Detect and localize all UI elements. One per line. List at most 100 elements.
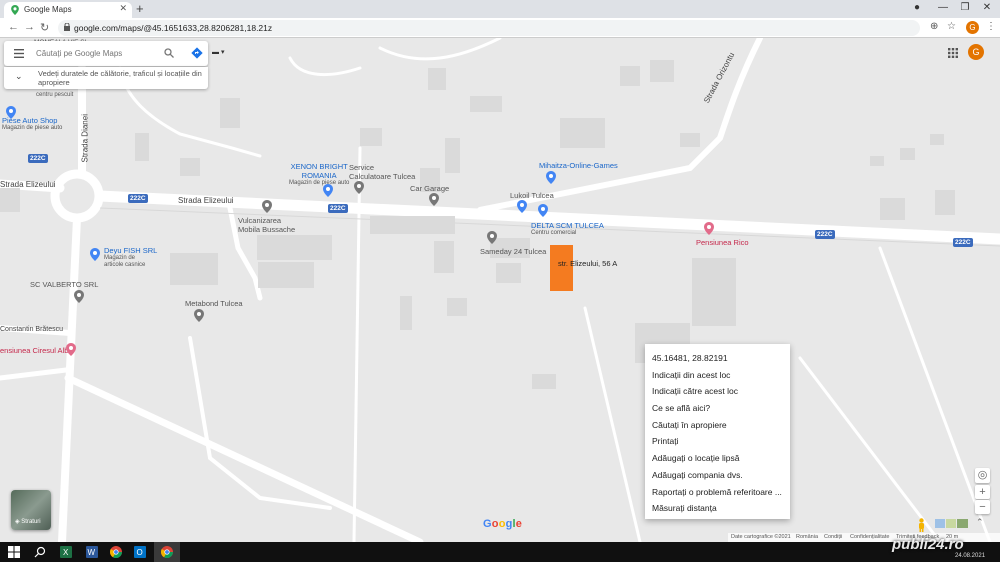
chrome-icon-active[interactable] xyxy=(161,546,173,558)
poi-sc-valberto[interactable]: SC VALBERTO SRL xyxy=(30,280,98,289)
map-pin-icon[interactable] xyxy=(74,290,84,303)
media-control-icon[interactable]: ● xyxy=(910,2,924,13)
address-bar: ← → ↻ google.com/maps/@45.1651633,28.820… xyxy=(0,18,1000,38)
map-roads xyxy=(0,38,1000,542)
tab-google-maps[interactable]: Google Maps ✕ xyxy=(4,2,132,18)
tab-close-icon[interactable]: ✕ xyxy=(119,3,127,14)
outlook-icon[interactable]: O xyxy=(134,546,146,558)
context-menu-add-business[interactable]: Adăugați compania dvs. xyxy=(645,467,790,484)
poi-pensiunea-rico[interactable]: Pensiunea Rico xyxy=(696,238,749,247)
install-icon[interactable]: ⊕ xyxy=(930,21,938,32)
context-menu-whats-here[interactable]: Ce se află aici? xyxy=(645,400,790,417)
my-location-button[interactable]: ◎ xyxy=(975,468,990,483)
svg-text:W: W xyxy=(88,548,96,557)
poi-deyu-fish[interactable]: Deyu FISH SRL Magazin de articole casnice xyxy=(104,246,157,269)
search-icon[interactable] xyxy=(34,546,46,558)
poi-xenon-bright[interactable]: XENON BRIGHT ROMANIA Magazin de piese auto xyxy=(289,162,349,187)
minimize-icon[interactable]: — xyxy=(936,2,950,13)
poi-lukoil[interactable]: Lukoil Tulcea xyxy=(510,191,554,200)
layers-button[interactable]: ◈ Straturi xyxy=(11,490,51,530)
context-menu-directions-from[interactable]: Indicații din acest loc xyxy=(645,367,790,384)
road-label-constantin-bratescu: Constantin Brătescu xyxy=(0,326,64,333)
context-menu: 45.16481, 28.82191 Indicații din acest l… xyxy=(645,344,790,519)
search-input[interactable] xyxy=(36,46,156,60)
selected-location-marker[interactable] xyxy=(550,245,573,291)
footer-link-terms[interactable]: Condiții xyxy=(824,534,842,540)
word-icon[interactable]: W xyxy=(86,546,98,558)
browser-menu-icon[interactable]: ⋮ xyxy=(986,21,996,32)
hamburger-menu-icon[interactable] xyxy=(14,49,24,58)
layers-icon: ◈ xyxy=(15,519,20,525)
zoom-out-button[interactable]: − xyxy=(975,500,990,514)
tab-title: Google Maps xyxy=(24,5,72,14)
map-pin-icon[interactable] xyxy=(517,200,527,213)
search-icon[interactable] xyxy=(164,48,174,58)
road-label-strada-elizeului: Strada Elizeului xyxy=(178,196,234,205)
route-shield: 222C xyxy=(128,194,148,203)
footer-link-romania[interactable]: România xyxy=(796,534,818,540)
footer-link-privacy[interactable]: Confidențialitate xyxy=(850,534,889,540)
map-pin-icon[interactable] xyxy=(546,171,556,184)
context-menu-print[interactable]: Printați xyxy=(645,433,790,450)
poi-metabond[interactable]: Metabond Tulcea xyxy=(185,299,243,308)
pegman-icon[interactable] xyxy=(917,518,926,532)
zoom-in-button[interactable]: + xyxy=(975,485,990,499)
map-pin-icon[interactable] xyxy=(487,231,497,244)
context-menu-add-missing-place[interactable]: Adăugați o locație lipsă xyxy=(645,450,790,467)
context-menu-search-nearby[interactable]: Căutați în apropiere xyxy=(645,417,790,434)
context-menu-measure-distance[interactable]: Măsurați distanța xyxy=(645,500,790,517)
reload-icon[interactable]: ↻ xyxy=(40,21,49,34)
map-pin-icon[interactable] xyxy=(538,204,548,217)
watermark-date: 24.08.2021 xyxy=(955,553,986,559)
poi-piese-auto-shop[interactable]: Piese Auto Shop Magazin de piese auto xyxy=(2,116,62,132)
route-shield: 222C xyxy=(815,230,835,239)
poi-car-garage[interactable]: Car Garage xyxy=(410,184,449,193)
context-menu-directions-to[interactable]: Indicații către acest loc xyxy=(645,383,790,400)
poi-pensiunea-ciresul-alb[interactable]: ensiunea Ciresul Alb xyxy=(0,346,68,355)
poi-delta-scm[interactable]: DELTA SCM TULCEA Centru comercial xyxy=(531,221,604,237)
map-pin-icon[interactable] xyxy=(704,222,714,235)
map-pin-icon[interactable] xyxy=(66,343,76,356)
poi-mihaitza-online-games[interactable]: Mihaitza-Online-Games xyxy=(539,161,618,170)
watermark-logo: publi24.ro xyxy=(892,536,964,553)
map-pin-icon[interactable] xyxy=(194,309,204,322)
route-shield: 222C xyxy=(28,154,48,163)
url-field[interactable]: google.com/maps/@45.1651633,28.8206281,1… xyxy=(58,20,920,36)
input-tools-button[interactable]: ▬ ▾ xyxy=(212,48,238,62)
maximize-icon[interactable]: ❐ xyxy=(958,2,972,13)
directions-icon[interactable] xyxy=(191,47,203,59)
excel-icon[interactable]: X xyxy=(60,546,72,558)
keyboard-icon: ▬ ▾ xyxy=(212,49,225,56)
map-canvas[interactable]: str. Elizeului, 56 A Strada Elizeului St… xyxy=(0,38,1000,542)
address-label: str. Elizeului, 56 A xyxy=(558,259,618,268)
expand-icon[interactable]: ⌃ xyxy=(976,517,984,528)
close-window-icon[interactable]: ✕ xyxy=(980,2,994,13)
map-pin-icon[interactable] xyxy=(354,181,364,194)
travel-info-panel[interactable]: ⌄ Vedeți duratele de călătorie, traficul… xyxy=(4,67,208,89)
imagery-thumbnails[interactable] xyxy=(935,519,968,528)
poi-vulcanizarea[interactable]: Vulcanizarea Mobila Bussache xyxy=(238,216,295,234)
context-menu-report-problem[interactable]: Raportați o problemă referitoare ... xyxy=(645,484,790,501)
forward-arrow-icon[interactable]: → xyxy=(24,21,35,33)
poi-label: centru pescuit xyxy=(36,92,74,98)
layers-label: ◈ Straturi xyxy=(15,519,41,525)
map-pin-icon[interactable] xyxy=(262,200,272,213)
google-apps-icon[interactable] xyxy=(948,48,958,58)
account-avatar[interactable]: G xyxy=(968,44,984,60)
chrome-icon[interactable] xyxy=(110,546,122,558)
svg-text:O: O xyxy=(137,548,143,557)
map-pin-icon[interactable] xyxy=(323,184,333,197)
map-pin-icon[interactable] xyxy=(429,193,439,206)
back-arrow-icon[interactable]: ← xyxy=(8,21,19,33)
chevron-down-icon[interactable]: ⌄ xyxy=(15,71,23,82)
browser-profile-avatar[interactable]: G xyxy=(966,21,979,34)
bookmark-star-icon[interactable]: ☆ xyxy=(947,21,956,32)
map-pin-icon[interactable] xyxy=(90,248,100,261)
browser-tab-bar: Google Maps ✕ + ● — ❐ ✕ xyxy=(0,0,1000,18)
context-menu-coordinates[interactable]: 45.16481, 28.82191 xyxy=(645,350,790,367)
poi-service-calculatoare[interactable]: Service Calculatoare Tulcea xyxy=(349,163,415,181)
travel-info-text: Vedeți duratele de călătorie, traficul ș… xyxy=(38,69,202,87)
windows-start-icon[interactable] xyxy=(8,546,20,558)
new-tab-button[interactable]: + xyxy=(136,1,144,16)
poi-sameday[interactable]: Sameday 24 Tulcea xyxy=(480,247,546,256)
